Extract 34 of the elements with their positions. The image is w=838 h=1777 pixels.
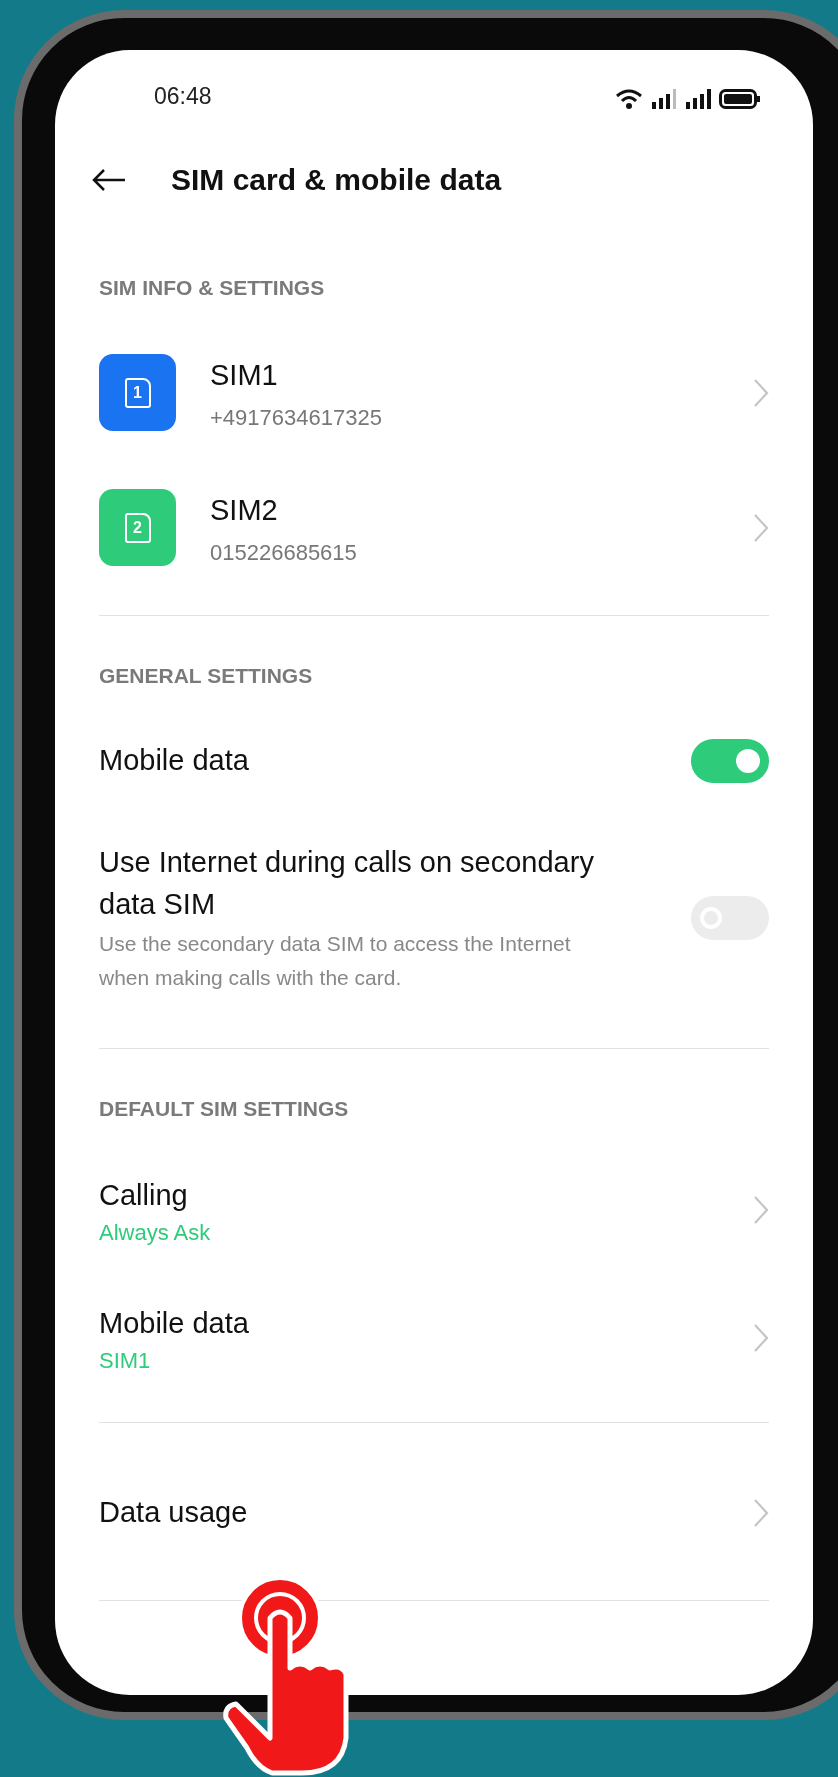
chevron-right-icon — [753, 1497, 769, 1528]
settings-row[interactable]: Calling Always Ask — [55, 1146, 813, 1274]
settings-row[interactable]: Mobile data SIM1 — [55, 1274, 813, 1402]
phone-number: +4917634617325 — [210, 404, 383, 431]
setting-value: SIM1 — [99, 1348, 152, 1374]
chevron-right-icon — [753, 512, 769, 543]
settings-row[interactable]: Data usage — [55, 1445, 813, 1580]
sim-card-icon: 2 — [99, 489, 176, 566]
sim-name: SIM2 — [210, 493, 279, 529]
phone-number: 015226685615 — [210, 539, 358, 566]
chevron-right-icon — [753, 1323, 769, 1353]
signal-icon — [685, 88, 711, 110]
setting-title: Calling — [99, 1177, 189, 1213]
setting-title: Mobile data — [99, 1305, 250, 1341]
section-heading: DEFAULT SIM SETTINGS — [98, 1095, 350, 1122]
setting-value: Always Ask — [99, 1220, 212, 1246]
chevron-right-icon — [753, 377, 769, 408]
setting-title: Use Internet during calls on secondary data SIM — [99, 845, 595, 923]
wifi-icon — [615, 88, 643, 110]
status-time: 06:48 — [154, 83, 212, 110]
signal-icon — [651, 88, 677, 110]
setting-description: Use the secondary data SIM to access the Internet when making calls with the card. — [99, 931, 572, 992]
battery-icon — [719, 88, 761, 110]
sim-name: SIM1 — [210, 358, 279, 394]
section-heading: SIM INFO & SETTINGS — [98, 274, 326, 301]
setting-title: Mobile data — [99, 743, 250, 779]
section-heading: GENERAL SETTINGS — [98, 662, 314, 689]
setting-title: Data usage — [99, 1495, 249, 1531]
sim-row[interactable]: 1 SIM1 +4917634617325 — [55, 325, 813, 460]
chevron-right-icon — [753, 1195, 769, 1225]
toggle-switch[interactable] — [691, 738, 769, 783]
sim-card-icon: 1 — [99, 354, 176, 431]
sim-row[interactable]: 2 SIM2 015226685615 — [55, 460, 813, 595]
page-title: SIM card & mobile data — [171, 163, 502, 197]
